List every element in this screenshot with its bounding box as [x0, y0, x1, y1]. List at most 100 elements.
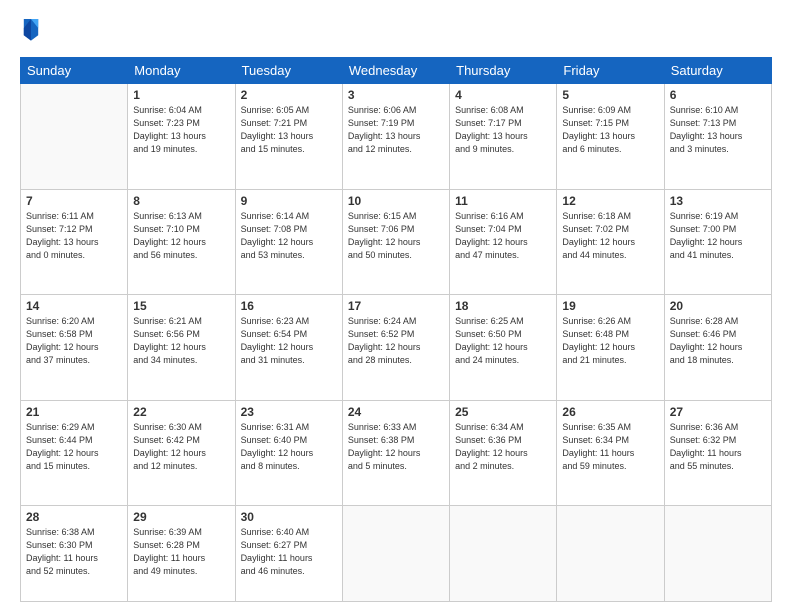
calendar-week-3: 14 Sunrise: 6:20 AM Sunset: 6:58 PM Dayli… [21, 295, 772, 401]
calendar-cell: 16Sunrise: 6:23 AM Sunset: 6:54 PM Dayli… [235, 295, 342, 401]
calendar-cell: 7 Sunrise: 6:11 AM Sunset: 7:12 PM Daylig… [21, 189, 128, 295]
calendar-table: SundayMondayTuesdayWednesdayThursdayFrid… [20, 57, 772, 602]
day-number: 10 [348, 194, 444, 208]
day-number: 12 [562, 194, 658, 208]
day-info: Sunrise: 6:08 AM Sunset: 7:17 PM Dayligh… [455, 104, 551, 156]
calendar-cell: 4 Sunrise: 6:08 AM Sunset: 7:17 PM Daylig… [450, 84, 557, 190]
day-number: 20 [670, 299, 766, 313]
calendar-week-4: 21Sunrise: 6:29 AM Sunset: 6:44 PM Dayli… [21, 400, 772, 506]
day-info: Sunrise: 6:16 AM Sunset: 7:04 PM Dayligh… [455, 210, 551, 262]
calendar-header-saturday: Saturday [664, 58, 771, 84]
day-number: 28 [26, 510, 122, 524]
day-number: 25 [455, 405, 551, 419]
day-number: 23 [241, 405, 337, 419]
day-info: Sunrise: 6:40 AM Sunset: 6:27 PM Dayligh… [241, 526, 337, 578]
logo [20, 18, 40, 47]
day-info: Sunrise: 6:13 AM Sunset: 7:10 PM Dayligh… [133, 210, 229, 262]
day-info: Sunrise: 6:31 AM Sunset: 6:40 PM Dayligh… [241, 421, 337, 473]
day-info: Sunrise: 6:10 AM Sunset: 7:13 PM Dayligh… [670, 104, 766, 156]
day-info: Sunrise: 6:20 AM Sunset: 6:58 PM Dayligh… [26, 315, 122, 367]
day-number: 24 [348, 405, 444, 419]
calendar-cell: 1 Sunrise: 6:04 AM Sunset: 7:23 PM Daylig… [128, 84, 235, 190]
day-number: 11 [455, 194, 551, 208]
calendar-cell: 27Sunrise: 6:36 AM Sunset: 6:32 PM Dayli… [664, 400, 771, 506]
calendar-cell: 17 Sunrise: 6:24 AM Sunset: 6:52 PM Dayli… [342, 295, 449, 401]
day-number: 3 [348, 88, 444, 102]
day-number: 7 [26, 194, 122, 208]
day-number: 13 [670, 194, 766, 208]
day-info: Sunrise: 6:24 AM Sunset: 6:52 PM Dayligh… [348, 315, 444, 367]
calendar-cell: 25 Sunrise: 6:34 AM Sunset: 6:36 PM Dayli… [450, 400, 557, 506]
calendar-cell: 12 Sunrise: 6:18 AM Sunset: 7:02 PM Dayli… [557, 189, 664, 295]
header [20, 18, 772, 47]
day-number: 8 [133, 194, 229, 208]
day-number: 19 [562, 299, 658, 313]
calendar-header-tuesday: Tuesday [235, 58, 342, 84]
day-number: 4 [455, 88, 551, 102]
day-number: 17 [348, 299, 444, 313]
calendar-header-wednesday: Wednesday [342, 58, 449, 84]
logo-icon [22, 14, 40, 42]
page: SundayMondayTuesdayWednesdayThursdayFrid… [0, 0, 792, 612]
day-info: Sunrise: 6:05 AM Sunset: 7:21 PM Dayligh… [241, 104, 337, 156]
day-number: 22 [133, 405, 229, 419]
day-number: 18 [455, 299, 551, 313]
calendar-header-friday: Friday [557, 58, 664, 84]
day-info: Sunrise: 6:06 AM Sunset: 7:19 PM Dayligh… [348, 104, 444, 156]
day-number: 15 [133, 299, 229, 313]
day-info: Sunrise: 6:26 AM Sunset: 6:48 PM Dayligh… [562, 315, 658, 367]
calendar-header-thursday: Thursday [450, 58, 557, 84]
calendar-cell [557, 506, 664, 602]
calendar-cell: 2Sunrise: 6:05 AM Sunset: 7:21 PM Daylig… [235, 84, 342, 190]
day-info: Sunrise: 6:35 AM Sunset: 6:34 PM Dayligh… [562, 421, 658, 473]
day-info: Sunrise: 6:30 AM Sunset: 6:42 PM Dayligh… [133, 421, 229, 473]
day-info: Sunrise: 6:19 AM Sunset: 7:00 PM Dayligh… [670, 210, 766, 262]
day-info: Sunrise: 6:34 AM Sunset: 6:36 PM Dayligh… [455, 421, 551, 473]
day-number: 30 [241, 510, 337, 524]
calendar-cell: 10Sunrise: 6:15 AM Sunset: 7:06 PM Dayli… [342, 189, 449, 295]
day-info: Sunrise: 6:23 AM Sunset: 6:54 PM Dayligh… [241, 315, 337, 367]
calendar-cell: 23 Sunrise: 6:31 AM Sunset: 6:40 PM Dayli… [235, 400, 342, 506]
day-info: Sunrise: 6:36 AM Sunset: 6:32 PM Dayligh… [670, 421, 766, 473]
calendar-cell: 29 Sunrise: 6:39 AM Sunset: 6:28 PM Dayli… [128, 506, 235, 602]
day-number: 1 [133, 88, 229, 102]
day-info: Sunrise: 6:39 AM Sunset: 6:28 PM Dayligh… [133, 526, 229, 578]
calendar-cell: 22 Sunrise: 6:30 AM Sunset: 6:42 PM Dayli… [128, 400, 235, 506]
calendar-cell: 21Sunrise: 6:29 AM Sunset: 6:44 PM Dayli… [21, 400, 128, 506]
calendar-cell: 20 Sunrise: 6:28 AM Sunset: 6:46 PM Dayli… [664, 295, 771, 401]
calendar-cell: 28Sunrise: 6:38 AM Sunset: 6:30 PM Dayli… [21, 506, 128, 602]
day-info: Sunrise: 6:11 AM Sunset: 7:12 PM Dayligh… [26, 210, 122, 262]
calendar-cell: 6Sunrise: 6:10 AM Sunset: 7:13 PM Daylig… [664, 84, 771, 190]
day-info: Sunrise: 6:04 AM Sunset: 7:23 PM Dayligh… [133, 104, 229, 156]
calendar-cell: 9 Sunrise: 6:14 AM Sunset: 7:08 PM Daylig… [235, 189, 342, 295]
calendar-header-sunday: Sunday [21, 58, 128, 84]
day-info: Sunrise: 6:09 AM Sunset: 7:15 PM Dayligh… [562, 104, 658, 156]
calendar-cell: 13 Sunrise: 6:19 AM Sunset: 7:00 PM Dayli… [664, 189, 771, 295]
calendar-header-row: SundayMondayTuesdayWednesdayThursdayFrid… [21, 58, 772, 84]
calendar-cell: 26 Sunrise: 6:35 AM Sunset: 6:34 PM Dayli… [557, 400, 664, 506]
calendar-week-1: 1 Sunrise: 6:04 AM Sunset: 7:23 PM Daylig… [21, 84, 772, 190]
calendar-cell: 24Sunrise: 6:33 AM Sunset: 6:38 PM Dayli… [342, 400, 449, 506]
calendar-cell: 18 Sunrise: 6:25 AM Sunset: 6:50 PM Dayli… [450, 295, 557, 401]
day-number: 29 [133, 510, 229, 524]
calendar-cell: 30 Sunrise: 6:40 AM Sunset: 6:27 PM Dayli… [235, 506, 342, 602]
day-number: 14 [26, 299, 122, 313]
calendar-cell: 14 Sunrise: 6:20 AM Sunset: 6:58 PM Dayli… [21, 295, 128, 401]
calendar-cell: 11 Sunrise: 6:16 AM Sunset: 7:04 PM Dayli… [450, 189, 557, 295]
calendar-cell [342, 506, 449, 602]
day-info: Sunrise: 6:18 AM Sunset: 7:02 PM Dayligh… [562, 210, 658, 262]
day-info: Sunrise: 6:28 AM Sunset: 6:46 PM Dayligh… [670, 315, 766, 367]
calendar-header-monday: Monday [128, 58, 235, 84]
day-info: Sunrise: 6:29 AM Sunset: 6:44 PM Dayligh… [26, 421, 122, 473]
day-info: Sunrise: 6:14 AM Sunset: 7:08 PM Dayligh… [241, 210, 337, 262]
day-number: 9 [241, 194, 337, 208]
calendar-week-2: 7 Sunrise: 6:11 AM Sunset: 7:12 PM Daylig… [21, 189, 772, 295]
calendar-week-5: 28Sunrise: 6:38 AM Sunset: 6:30 PM Dayli… [21, 506, 772, 602]
calendar-cell [664, 506, 771, 602]
day-number: 26 [562, 405, 658, 419]
calendar-cell: 15Sunrise: 6:21 AM Sunset: 6:56 PM Dayli… [128, 295, 235, 401]
calendar-cell: 3 Sunrise: 6:06 AM Sunset: 7:19 PM Daylig… [342, 84, 449, 190]
calendar-cell: 19 Sunrise: 6:26 AM Sunset: 6:48 PM Dayli… [557, 295, 664, 401]
day-info: Sunrise: 6:25 AM Sunset: 6:50 PM Dayligh… [455, 315, 551, 367]
calendar-cell [450, 506, 557, 602]
